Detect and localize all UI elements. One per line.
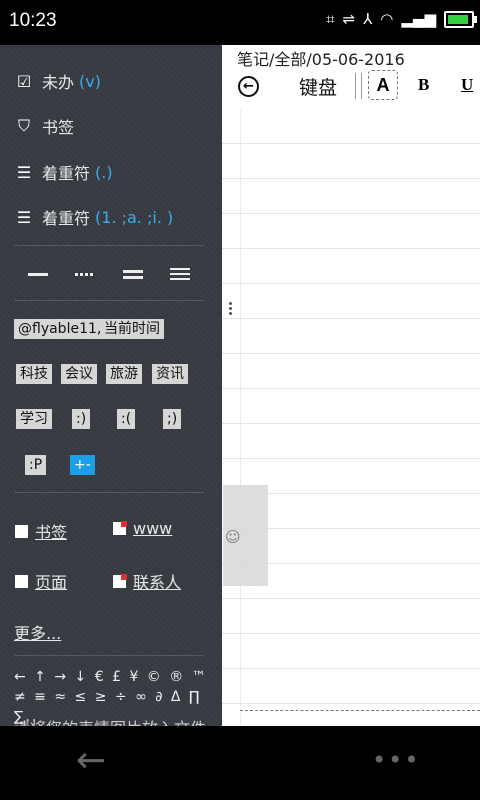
- bookmark-item[interactable]: ⛉ 书签: [15, 114, 74, 138]
- back-arrow-icon[interactable]: ←: [76, 740, 106, 781]
- tag-chip[interactable]: 科技: [16, 364, 52, 384]
- page-end-line: [240, 710, 480, 711]
- wifi-icon: ◠: [380, 10, 394, 28]
- battery-icon: [444, 10, 477, 28]
- numbered-item[interactable]: ☰ 着重符 (1. ;a. ;i. ): [15, 205, 173, 229]
- link-label: www: [133, 519, 173, 538]
- status-icons: ⌗ ⇌ ⅄ ◠ ▂▄▆: [326, 10, 477, 28]
- debug-icon: ⅄: [363, 10, 373, 28]
- divider: [14, 655, 204, 656]
- emoji-folder-hint: 请将您的表情图片放入文件: [14, 715, 206, 726]
- shortcut-icon: [15, 574, 28, 588]
- more-menu-icon[interactable]: •••: [372, 746, 420, 774]
- todo-label: 未办: [42, 73, 75, 92]
- bold-button[interactable]: B: [418, 75, 429, 95]
- numbered-list-icon: ☰: [16, 207, 32, 227]
- shortcut-icon: [15, 524, 28, 538]
- keyboard-button[interactable]: 键盘: [299, 73, 337, 100]
- more-link[interactable]: 更多...: [14, 620, 61, 644]
- drawer-drag-handle[interactable]: [229, 302, 232, 315]
- divider: [14, 492, 204, 493]
- bullet-list-icon: ☰: [16, 162, 32, 182]
- navigation-bar: ← •••: [0, 726, 480, 800]
- clock: 10:23: [9, 10, 57, 31]
- tag-chip[interactable]: 资讯: [152, 364, 188, 384]
- note-body[interactable]: [222, 109, 480, 726]
- note-editor: 笔记/全部/05-06-2016 ← 键盘 A B U ☺: [222, 45, 480, 726]
- format-toolbar: ← 键盘 A B U: [222, 67, 480, 109]
- divider: [14, 245, 204, 246]
- signal-icon: ▂▄▆: [401, 10, 436, 28]
- dotted-line-button[interactable]: [75, 267, 96, 281]
- link-label: 书签: [35, 523, 68, 542]
- todo-hint: (v): [79, 71, 101, 91]
- back-circle-icon[interactable]: ←: [238, 76, 259, 97]
- bullet-item[interactable]: ☰ 着重符 (.): [15, 160, 113, 184]
- emoticon-chip[interactable]: :P: [25, 455, 47, 475]
- screenshot-icon: ⌗: [326, 10, 335, 28]
- emoji-tab[interactable]: ☺: [223, 485, 268, 586]
- underline-button[interactable]: U: [461, 75, 473, 95]
- emoticon-chip[interactable]: :): [72, 409, 91, 429]
- bullet-label: 着重符: [42, 164, 91, 183]
- shortcut-icon: [113, 573, 127, 588]
- link-contact[interactable]: 联系人: [113, 569, 181, 593]
- link-bookmark[interactable]: 书签: [15, 519, 67, 543]
- link-label: 联系人: [133, 573, 182, 592]
- more-emoticons-chip[interactable]: +-: [70, 455, 95, 475]
- checkbox-icon: ☑: [16, 71, 32, 91]
- link-label: 页面: [35, 573, 68, 592]
- bookmark-label: 书签: [42, 118, 75, 137]
- shortcut-icon: [113, 521, 127, 535]
- numbered-hint: (1. ;a. ;i. ): [95, 207, 174, 227]
- double-line-button[interactable]: [122, 267, 143, 281]
- margin-line: [240, 109, 241, 726]
- smiley-icon: ☺: [225, 528, 241, 546]
- font-style-button[interactable]: A: [368, 70, 398, 100]
- tag-chip[interactable]: 会议: [61, 364, 97, 384]
- link-www[interactable]: www: [113, 519, 172, 538]
- toolbar-separator: [355, 73, 362, 99]
- bullet-hint: (.): [95, 162, 113, 182]
- triple-line-button[interactable]: [170, 267, 191, 281]
- bookmark-icon: ⛉: [17, 116, 30, 135]
- insert-drawer: ☑ 未办 (v) ⛉ 书签 ☰ 着重符 (.) ☰ 着重符 (1. ;a. ;i…: [0, 45, 222, 726]
- emoticon-chip[interactable]: ;): [163, 409, 182, 429]
- single-line-button[interactable]: [27, 267, 48, 281]
- tag-chip[interactable]: 学习: [16, 409, 52, 429]
- emoticon-chip[interactable]: :(: [117, 409, 136, 429]
- usb-icon: ⇌: [342, 10, 356, 28]
- link-page[interactable]: 页面: [15, 569, 67, 593]
- tag-chip[interactable]: 当前时间: [100, 319, 164, 339]
- todo-item[interactable]: ☑ 未办 (v): [15, 69, 101, 93]
- tag-chip[interactable]: 旅游: [106, 364, 142, 384]
- line-styles: [14, 264, 204, 284]
- status-bar: 10:23 ⌗ ⇌ ⅄ ◠ ▂▄▆: [0, 0, 480, 45]
- divider: [14, 300, 204, 301]
- tag-chip[interactable]: @flyable11,: [14, 319, 106, 339]
- numbered-label: 着重符: [42, 209, 91, 228]
